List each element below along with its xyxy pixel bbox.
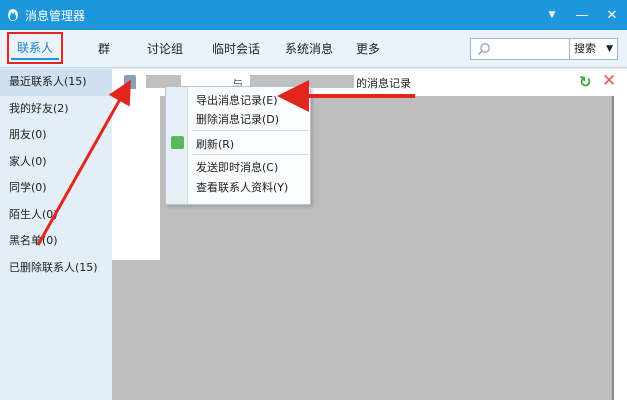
refresh-icon bbox=[171, 136, 184, 149]
qq-penguin-icon bbox=[8, 9, 18, 21]
sidebar-item-family[interactable]: 家人(0) bbox=[0, 149, 112, 176]
search-input[interactable] bbox=[470, 38, 570, 60]
menu-dropdown-button[interactable]: ▼ bbox=[537, 0, 567, 30]
search-button-label: 搜索 bbox=[574, 42, 596, 55]
menu-item-delete[interactable]: 删除消息记录(D) bbox=[196, 111, 279, 127]
tab-more[interactable]: 更多 bbox=[356, 30, 380, 68]
tab-contacts[interactable]: 联系人 bbox=[7, 32, 64, 64]
sidebar-item-blacklist[interactable]: 黑名单(0) bbox=[0, 228, 112, 255]
refresh-icon[interactable]: ↻ bbox=[579, 73, 592, 91]
tab-groups[interactable]: 群 bbox=[98, 30, 110, 68]
contact-group-sidebar: 最近联系人(15) 我的好友(2) 朋友(0) 家人(0) 同学(0) 陌生人(… bbox=[0, 69, 112, 400]
contact-avatar-icon bbox=[124, 75, 136, 89]
close-button[interactable]: ✕ bbox=[597, 0, 627, 30]
search-button[interactable]: 搜索 ▼ bbox=[570, 38, 618, 60]
delete-icon[interactable]: ✕ bbox=[602, 71, 616, 91]
sidebar-item-deleted[interactable]: 已删除联系人(15) bbox=[0, 255, 112, 282]
tab-system-messages[interactable]: 系统消息 bbox=[285, 30, 333, 68]
sidebar-item-my-friends[interactable]: 我的好友(2) bbox=[0, 96, 112, 123]
search-icon bbox=[477, 43, 490, 56]
window-controls: ▼ — ✕ bbox=[537, 0, 627, 30]
minimize-button[interactable]: — bbox=[567, 0, 597, 30]
menu-item-send-im[interactable]: 发送即时消息(C) bbox=[196, 159, 278, 175]
menu-item-view-profile[interactable]: 查看联系人资料(Y) bbox=[196, 179, 288, 195]
tab-temp-chat[interactable]: 临时会话 bbox=[212, 30, 260, 68]
sidebar-item-recent[interactable]: 最近联系人(15) bbox=[0, 69, 112, 96]
redacted-region bbox=[112, 260, 160, 400]
tab-discussion[interactable]: 讨论组 bbox=[147, 30, 183, 68]
context-menu: 导出消息记录(E) 删除消息记录(D) 刷新(R) 发送即时消息(C) 查看联系… bbox=[165, 86, 311, 205]
scrollbar[interactable] bbox=[612, 96, 614, 400]
sidebar-item-friends[interactable]: 朋友(0) bbox=[0, 122, 112, 149]
window-title: 消息管理器 bbox=[25, 8, 86, 23]
menu-item-refresh[interactable]: 刷新(R) bbox=[196, 136, 234, 152]
header-suffix: 的消息记录 bbox=[356, 77, 411, 90]
menu-separator bbox=[192, 154, 308, 155]
nav-bar: 联系人 群 讨论组 临时会话 系统消息 更多 搜索 ▼ bbox=[0, 30, 627, 68]
menu-item-export[interactable]: 导出消息记录(E) bbox=[196, 92, 278, 108]
menu-separator bbox=[192, 130, 308, 131]
sidebar-item-strangers[interactable]: 陌生人(0) bbox=[0, 202, 112, 229]
title-bar: 消息管理器 ▼ — ✕ bbox=[0, 0, 627, 30]
sidebar-item-classmates[interactable]: 同学(0) bbox=[0, 175, 112, 202]
chevron-down-icon[interactable]: ▼ bbox=[606, 39, 613, 59]
